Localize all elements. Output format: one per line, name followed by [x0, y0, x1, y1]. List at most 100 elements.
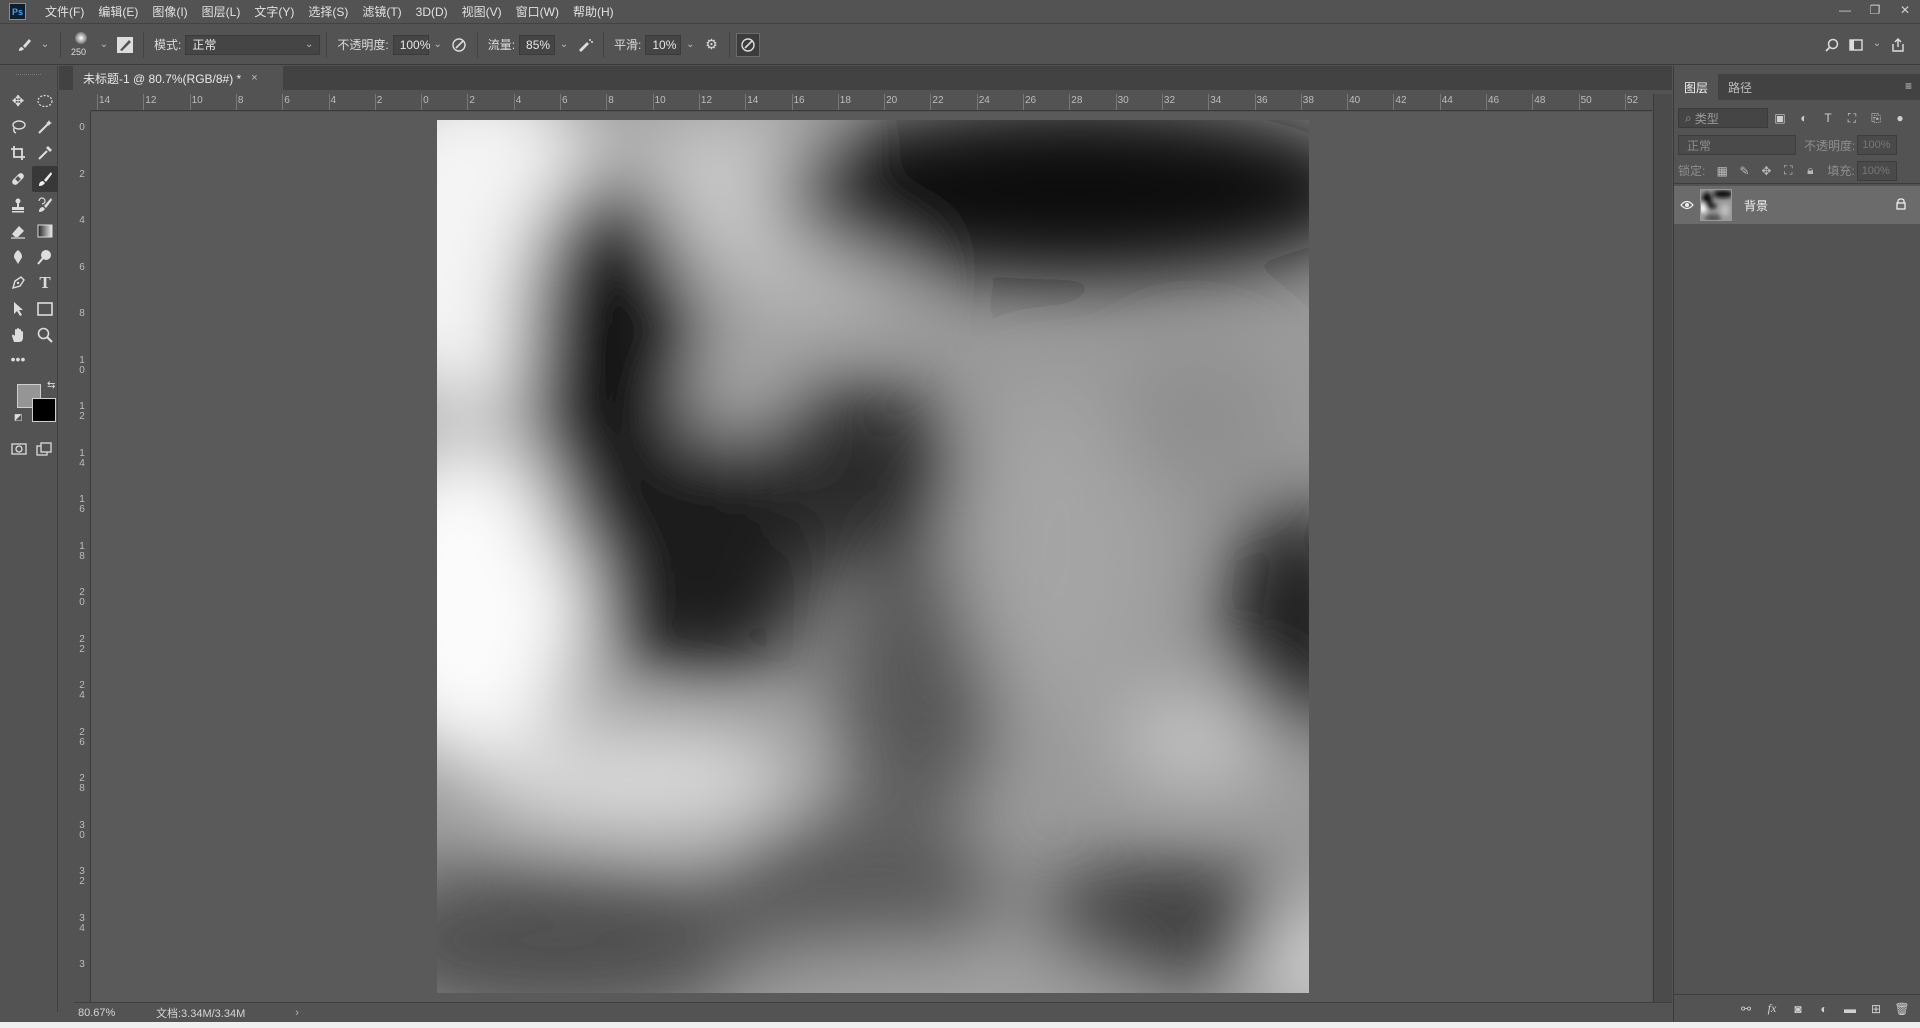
- path-selection-tool-icon[interactable]: [5, 296, 31, 322]
- lock-transparent-icon[interactable]: ▦: [1711, 161, 1733, 181]
- zoom-tool-icon[interactable]: [32, 322, 58, 348]
- pressure-size-icon[interactable]: [736, 32, 761, 57]
- lock-all-icon[interactable]: 🔒︎: [1799, 161, 1821, 181]
- marquee-tool-icon[interactable]: [32, 88, 58, 114]
- blur-tool-icon[interactable]: [5, 244, 31, 270]
- history-brush-tool-icon[interactable]: [32, 192, 58, 218]
- hand-tool-icon[interactable]: [5, 322, 31, 348]
- menu-image[interactable]: 图像(I): [145, 0, 194, 24]
- chevron-down-icon[interactable]: ⌄: [36, 35, 54, 55]
- eraser-tool-icon[interactable]: [5, 218, 31, 244]
- tab-layers[interactable]: 图层: [1674, 74, 1719, 100]
- menu-edit[interactable]: 编辑(E): [91, 0, 145, 24]
- menu-layer[interactable]: 图层(L): [195, 0, 248, 24]
- pressure-opacity-icon[interactable]: [447, 33, 471, 57]
- add-mask-icon[interactable]: ◙: [1785, 1002, 1811, 1016]
- panel-menu-icon[interactable]: ≡: [1905, 79, 1912, 93]
- smart-object-filter-icon[interactable]: ⎘: [1864, 108, 1888, 128]
- type-tool-icon[interactable]: T: [32, 270, 58, 296]
- menu-help[interactable]: 帮助(H): [566, 0, 621, 24]
- layer-row-background[interactable]: 背景: [1674, 186, 1920, 224]
- menu-file[interactable]: 文件(F): [38, 0, 91, 24]
- eyedropper-tool-icon[interactable]: [32, 140, 58, 166]
- horizontal-ruler[interactable]: 14 12 10 8 6 4 2 0 2 4 6 8 10 12 14 16 18 20 22 24 26 28 30 32 3…: [74, 94, 1652, 111]
- ruler-tick-label: 12: [700, 95, 713, 106]
- more-tools-icon[interactable]: •••: [5, 348, 31, 370]
- layer-opacity-input[interactable]: 100%: [1857, 135, 1898, 155]
- vertical-scrollbar[interactable]: [1653, 94, 1672, 1002]
- flow-input[interactable]: 85%: [519, 34, 556, 55]
- menu-type[interactable]: 文字(Y): [247, 0, 301, 24]
- ruler-origin[interactable]: [74, 94, 91, 111]
- new-group-icon[interactable]: ▬: [1837, 1002, 1863, 1016]
- eye-icon[interactable]: [1674, 200, 1700, 210]
- chevron-down-icon[interactable]: ⌄: [681, 35, 699, 55]
- minimize-button[interactable]: —: [1830, 0, 1860, 20]
- healing-brush-tool-icon[interactable]: [5, 166, 31, 192]
- lock-artboard-icon[interactable]: ⛶: [1777, 161, 1799, 181]
- layer-filter-select[interactable]: ⌕ 类型: [1678, 108, 1768, 128]
- brush-size-picker[interactable]: 250: [67, 30, 95, 60]
- mode-select[interactable]: 正常 ⌄: [185, 34, 321, 55]
- chevron-down-icon[interactable]: ⌄: [1868, 33, 1886, 53]
- delete-layer-icon[interactable]: 🗑︎: [1889, 1002, 1915, 1016]
- move-tool-icon[interactable]: ✥: [5, 88, 31, 114]
- toolbar-bottom: [0, 436, 57, 462]
- document-tab[interactable]: 未标题-1 @ 80.7%(RGB/8#) * ×: [73, 66, 283, 90]
- chevron-down-icon[interactable]: ⌄: [429, 35, 447, 55]
- magic-wand-tool-icon[interactable]: [32, 114, 58, 140]
- adjustment-layer-icon[interactable]: ◐: [1811, 1002, 1837, 1016]
- type-filter-icon[interactable]: T: [1816, 108, 1840, 128]
- restore-button[interactable]: ❐: [1860, 0, 1890, 20]
- quick-mask-icon[interactable]: [6, 436, 32, 462]
- brush-settings-panel-icon[interactable]: [113, 33, 137, 57]
- shape-filter-icon[interactable]: ⛶: [1840, 108, 1864, 128]
- new-layer-icon[interactable]: ⊞: [1863, 1002, 1889, 1016]
- default-colors-icon[interactable]: ◩: [14, 412, 23, 423]
- brush-tool-preset-icon[interactable]: [12, 33, 36, 57]
- screen-mode-icon[interactable]: [32, 436, 58, 462]
- crop-tool-icon[interactable]: [5, 140, 31, 166]
- adjustment-filter-icon[interactable]: ◐: [1792, 108, 1816, 128]
- chevron-down-icon[interactable]: ⌄: [555, 35, 573, 55]
- canvas-workspace[interactable]: [91, 112, 1652, 1002]
- opacity-input[interactable]: 100%: [392, 34, 430, 55]
- clone-stamp-tool-icon[interactable]: [5, 192, 31, 218]
- gear-icon[interactable]: ⚙: [699, 33, 723, 57]
- menu-filter[interactable]: 滤镜(T): [355, 0, 408, 24]
- airbrush-icon[interactable]: [573, 33, 597, 57]
- lock-position-icon[interactable]: ✥: [1755, 161, 1777, 181]
- swap-colors-icon[interactable]: ⇆: [47, 380, 55, 391]
- fill-input[interactable]: 100%: [1856, 160, 1897, 181]
- filter-toggle-icon[interactable]: ●: [1888, 108, 1912, 128]
- brush-tool-icon[interactable]: [32, 166, 58, 192]
- chevron-down-icon[interactable]: ⌄: [95, 35, 113, 55]
- smoothing-input[interactable]: 10%: [645, 34, 682, 55]
- toolbar-grip[interactable]: [16, 74, 41, 84]
- pen-tool-icon[interactable]: [5, 270, 31, 296]
- document-canvas[interactable]: [437, 120, 1309, 993]
- share-icon[interactable]: [1886, 33, 1910, 57]
- tab-paths[interactable]: 路径: [1718, 74, 1762, 100]
- image-filter-icon[interactable]: ▣: [1768, 108, 1792, 128]
- menu-view[interactable]: 视图(V): [455, 0, 509, 24]
- gradient-tool-icon[interactable]: [32, 218, 58, 244]
- zoom-level[interactable]: 80.67%: [74, 1007, 148, 1019]
- background-color-swatch[interactable]: [32, 398, 56, 422]
- dodge-tool-icon[interactable]: [32, 244, 58, 270]
- menu-3d[interactable]: 3D(D): [409, 0, 455, 24]
- workspace-icon[interactable]: [1844, 33, 1868, 57]
- blend-mode-select[interactable]: 正常: [1678, 135, 1796, 155]
- lock-image-icon[interactable]: ✎: [1733, 161, 1755, 181]
- close-button[interactable]: ✕: [1890, 0, 1920, 20]
- link-layers-icon[interactable]: ⚯: [1733, 1002, 1759, 1016]
- layer-style-icon[interactable]: fx: [1759, 1001, 1785, 1016]
- vertical-ruler[interactable]: 0 2 4 6 8 1 0 1 2 1 4 1 6 1 8 2 0 2 2 2 4 2 6 2 8 3 0 3 …: [74, 111, 91, 1002]
- menu-window[interactable]: 窗口(W): [509, 0, 566, 24]
- rectangle-tool-icon[interactable]: [32, 296, 58, 322]
- close-document-icon[interactable]: ×: [251, 72, 257, 84]
- lasso-tool-icon[interactable]: [5, 114, 31, 140]
- status-menu-arrow[interactable]: ›: [295, 1007, 299, 1019]
- search-icon[interactable]: [1820, 33, 1844, 57]
- menu-select[interactable]: 选择(S): [301, 0, 355, 24]
